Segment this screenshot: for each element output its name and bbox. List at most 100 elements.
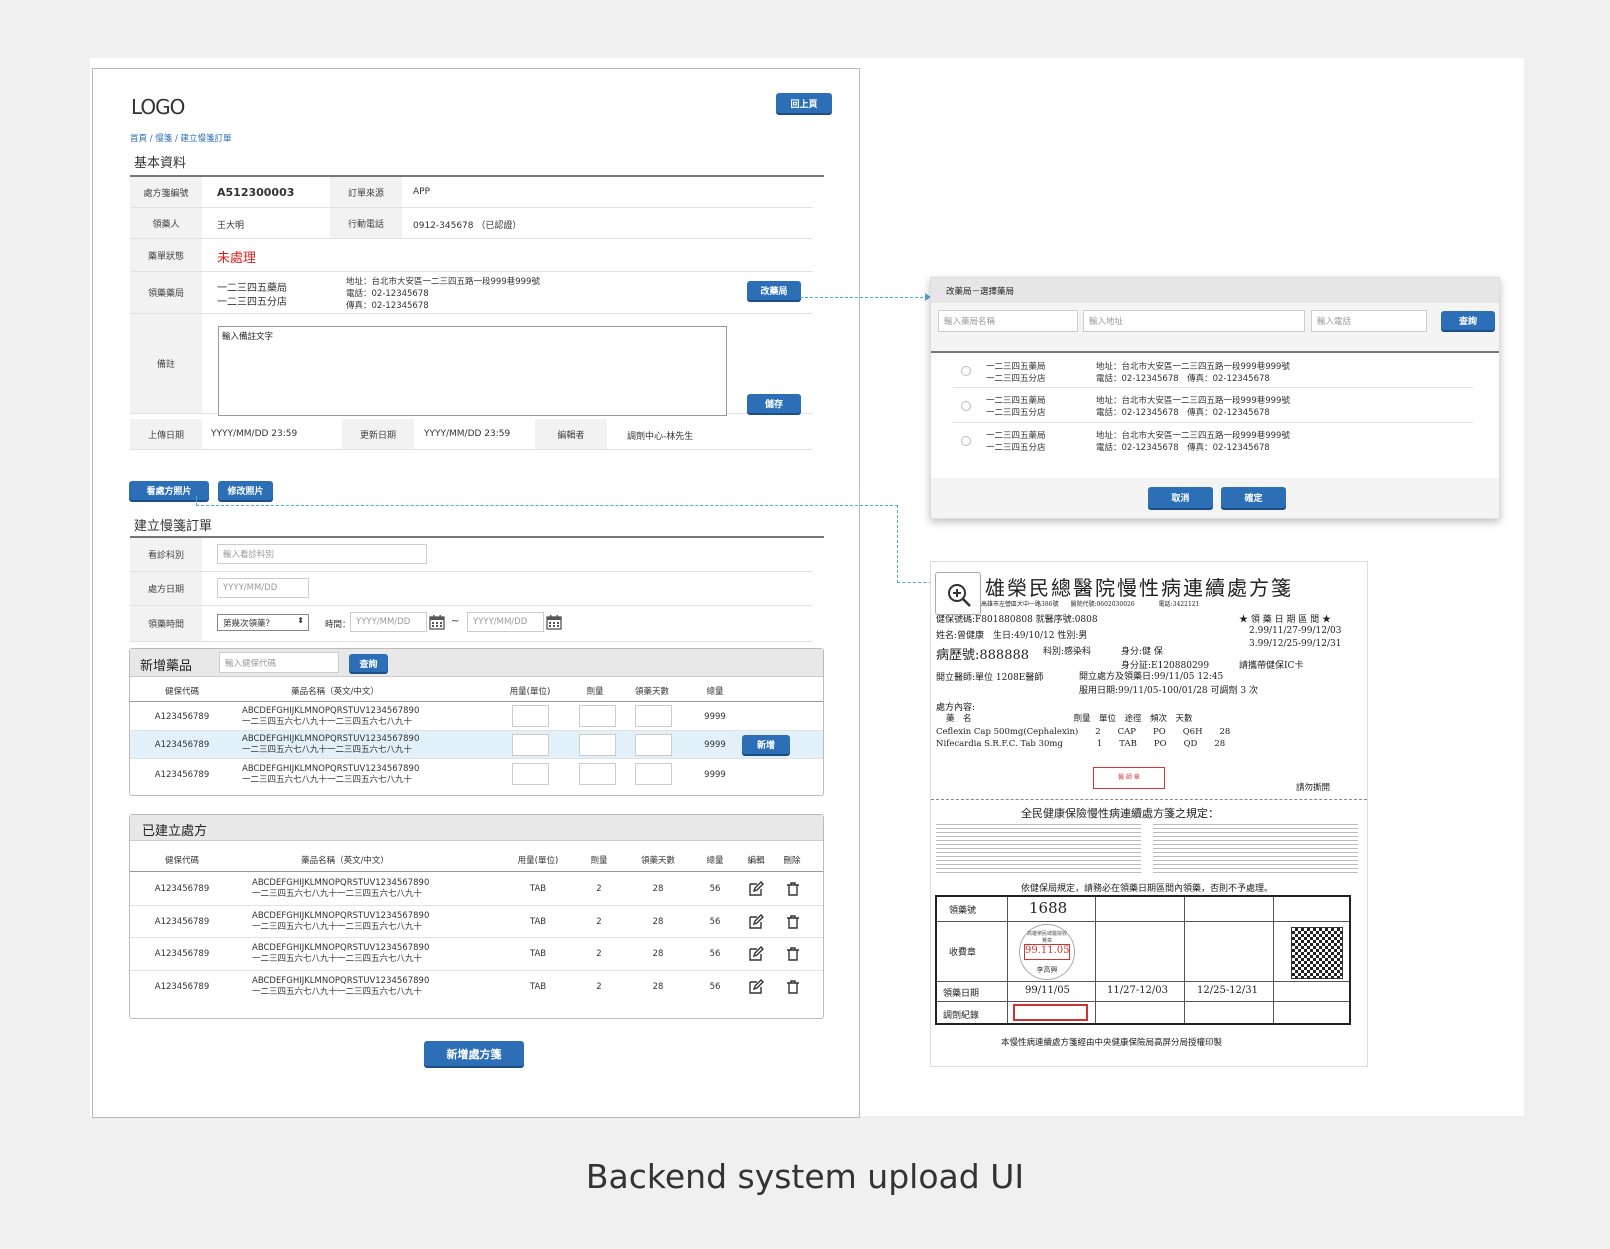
- unit-input[interactable]: [512, 705, 549, 727]
- address-input[interactable]: 輸入地址: [1083, 310, 1305, 332]
- radio-button[interactable]: [961, 401, 971, 411]
- modal-search-button[interactable]: 查詢: [1441, 311, 1495, 330]
- rx-patient-line: 姓名:曾健康 生日:49/10/12 性別:男: [936, 631, 1088, 641]
- change-pharmacy-button[interactable]: 改藥局: [747, 281, 801, 300]
- col-header: 總量: [706, 687, 724, 697]
- days-input[interactable]: [635, 763, 672, 785]
- from-date-input[interactable]: YYYY/MM/DD: [350, 612, 427, 632]
- drug-search-button[interactable]: 查詢: [349, 654, 388, 672]
- save-button[interactable]: 儲存: [747, 394, 801, 413]
- drug-name-en: ABCDEFGHIJKLMNOPQRSTUV1234567890: [242, 764, 420, 774]
- drug-name-en: ABCDEFGHIJKLMNOPQRSTUV1234567890: [252, 878, 430, 888]
- rx-record-stamp: [1013, 1004, 1088, 1021]
- add-drug-button[interactable]: 新增: [742, 735, 790, 754]
- table-row[interactable]: A123456789 ABCDEFGHIJKLMNOPQRSTUV1234567…: [130, 872, 823, 906]
- radio-button[interactable]: [961, 366, 971, 376]
- view-photo-button[interactable]: 看處方照片: [129, 481, 209, 500]
- unit-input[interactable]: [512, 734, 549, 756]
- modal-header: [931, 278, 1499, 303]
- pharmacy-name-input[interactable]: 輸入藥局名稱: [938, 310, 1078, 332]
- drug-code-search-input[interactable]: 輸入健保代碼: [219, 652, 339, 673]
- note-label: 備註: [130, 314, 202, 413]
- table-row[interactable]: A123456789 ABCDEFGHIJKLMNOPQRSTUV1234567…: [130, 938, 823, 971]
- option-contact: 電話：02-12345678 傳真：02-12345678: [1096, 408, 1270, 418]
- table-row[interactable]: A123456789 ABCDEFGHIJKLMNOPQRSTUV1234567…: [130, 906, 823, 938]
- rx-rules-text-left: [936, 821, 1141, 873]
- edit-icon[interactable]: [748, 914, 764, 930]
- unit-input[interactable]: [512, 763, 549, 785]
- dose-input[interactable]: [579, 763, 616, 785]
- panel-header: [130, 815, 823, 841]
- rx-history-no: 病歷號:888888: [936, 648, 1030, 663]
- created-rx-title: 已建立處方: [142, 824, 208, 839]
- times-select[interactable]: 第幾次領藥？ ⬍: [217, 614, 309, 631]
- rx-fee-date: 99.11.05: [1024, 944, 1070, 960]
- days-input[interactable]: [635, 705, 672, 727]
- edit-icon[interactable]: [748, 881, 764, 897]
- drug-days: 28: [652, 884, 664, 894]
- table-row[interactable]: A123456789 ABCDEFGHIJKLMNOPQRSTUV1234567…: [130, 760, 823, 790]
- pharmacy-option[interactable]: 一二三四五藥局 一二三四五分店 地址：台北市大安區一二三四五路一段999巷999…: [953, 353, 1473, 388]
- calendar-icon[interactable]: [429, 614, 445, 630]
- drug-dose: 2: [596, 982, 602, 992]
- upload-date-label: 上傳日期: [130, 419, 202, 449]
- drug-unit: TAB: [529, 884, 547, 894]
- new-rx-button[interactable]: 新增處方箋: [424, 1041, 524, 1066]
- breadcrumb[interactable]: 首頁 / 慢箋 / 建立慢箋訂單: [130, 132, 232, 144]
- col-header: 藥品名稱（英文/中文）: [301, 856, 389, 866]
- table-row-selected[interactable]: A123456789 ABCDEFGHIJKLMNOPQRSTUV1234567…: [130, 731, 823, 759]
- upload-date-value: YYYY/MM/DD 23:59: [211, 429, 298, 439]
- pharmacy-branch: 一二三四五分店: [217, 297, 287, 308]
- col-header: 健保代碼: [164, 856, 199, 866]
- to-date-input[interactable]: YYYY/MM/DD: [467, 612, 544, 632]
- radio-button[interactable]: [961, 436, 971, 446]
- dept-label: 看診科別: [130, 538, 202, 571]
- col-header: 領藥天數: [640, 856, 675, 866]
- range-tilde: ~: [451, 616, 460, 627]
- drug-name-zh: 一二三四五六七八九十一二三四五六七八九十: [252, 987, 423, 997]
- days-input[interactable]: [635, 734, 672, 756]
- edit-icon[interactable]: [748, 979, 764, 995]
- prescription-image: 雄榮民總醫院慢性病連續處方箋 高雄市左營區大中一路386號 醫院代號:06020…: [930, 561, 1368, 1067]
- rx-usage-line: 服用日期:99/11/05-100/01/28 可調劑 3 次: [1079, 686, 1258, 696]
- calendar-icon[interactable]: [546, 614, 562, 630]
- pharmacy-option[interactable]: 一二三四五藥局 一二三四五分店 地址：台北市大安區一二三四五路一段999巷999…: [953, 388, 1473, 423]
- pharmacy-label: 領藥藥局: [130, 272, 202, 313]
- dose-input[interactable]: [579, 705, 616, 727]
- trash-icon[interactable]: [785, 881, 801, 897]
- note-textarea[interactable]: 輸入備註文字: [218, 326, 727, 416]
- option-name: 一二三四五藥局: [986, 396, 1046, 406]
- receiver-value: 王大明: [217, 221, 245, 231]
- table-row[interactable]: A123456789 ABCDEFGHIJKLMNOPQRSTUV1234567…: [130, 971, 823, 1004]
- trash-icon[interactable]: [785, 914, 801, 930]
- pharmacy-address: 地址：台北市大安區一二三四五路一段999巷999號: [346, 277, 540, 287]
- drug-dose: 2: [596, 884, 602, 894]
- col-header: 劑量: [590, 856, 608, 866]
- trash-icon[interactable]: [785, 979, 801, 995]
- cancel-button[interactable]: 取消: [1148, 487, 1213, 508]
- confirm-button[interactable]: 確定: [1221, 487, 1286, 508]
- rx-date-input[interactable]: YYYY/MM/DD: [217, 578, 309, 598]
- drug-unit: TAB: [529, 949, 547, 959]
- trash-icon[interactable]: [785, 946, 801, 962]
- edit-photo-button[interactable]: 修改照片: [218, 481, 273, 500]
- dept-input[interactable]: 輸入看診科別: [217, 544, 427, 564]
- table-row[interactable]: A123456789 ABCDEFGHIJKLMNOPQRSTUV1234567…: [130, 702, 823, 731]
- times-select-value: 第幾次領藥？: [223, 618, 275, 629]
- pharmacy-option[interactable]: 一二三四五藥局 一二三四五分店 地址：台北市大安區一二三四五路一段999巷999…: [953, 423, 1473, 458]
- source-value: APP: [413, 187, 431, 197]
- back-button[interactable]: 回上頁: [776, 93, 832, 113]
- drug-name-zh: 一二三四五六七八九十一二三四五六七八九十: [252, 889, 423, 899]
- drug-dose: 2: [596, 949, 602, 959]
- drug-code: A123456789: [154, 917, 210, 927]
- tel-input[interactable]: 輸入電話: [1311, 310, 1427, 332]
- rx-drug-1: Ceflexin Cap 500mg(Cephalexin) 2 CAP PO …: [936, 727, 1231, 737]
- rx-fee-seal-bottom: 李高興: [1036, 966, 1058, 974]
- pharmacy-list: 一二三四五藥局 一二三四五分店 地址：台北市大安區一二三四五路一段999巷999…: [931, 353, 1499, 478]
- dose-input[interactable]: [579, 734, 616, 756]
- zoom-button[interactable]: [935, 572, 981, 615]
- edit-icon[interactable]: [748, 946, 764, 962]
- section-title-basic: 基本資料: [134, 156, 187, 171]
- drug-code: A123456789: [154, 884, 210, 894]
- status-value: 未處理: [217, 251, 257, 266]
